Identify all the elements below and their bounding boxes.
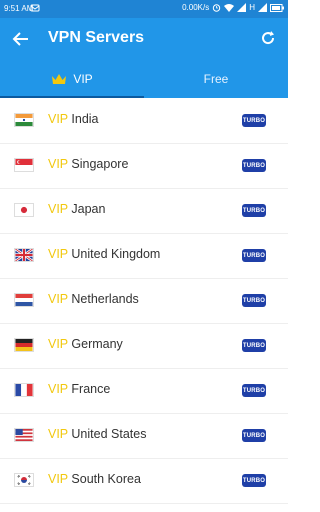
server-list: VIP India TURBO VIP Singapore TURBO VIP …: [0, 98, 288, 512]
signal-icon-2: [258, 3, 267, 12]
server-name: VIP South Korea: [48, 472, 141, 486]
page-title: VPN Servers: [48, 29, 145, 46]
server-name: VIP Japan: [48, 202, 106, 216]
battery-icon: [270, 3, 284, 12]
turbo-badge: TURBO: [242, 339, 266, 352]
turbo-badge: TURBO: [242, 204, 266, 217]
tab-vip[interactable]: VIP: [0, 60, 144, 98]
server-row-germany[interactable]: VIP Germany TURBO: [0, 323, 288, 369]
server-name: VIP Netherlands: [48, 292, 139, 306]
usa-flag-icon: [14, 428, 34, 442]
netherlands-flag-icon: [14, 293, 34, 307]
server-row-south-korea[interactable]: VIP South Korea TURBO: [0, 458, 288, 504]
south-korea-flag-icon: [14, 473, 34, 487]
network-indicator: H: [249, 3, 255, 12]
server-name: VIP Germany: [48, 337, 123, 351]
singapore-flag-icon: [14, 158, 34, 172]
france-flag-icon: [14, 383, 34, 397]
status-bar: 9:51 AM 0.00K/s H: [0, 0, 288, 18]
signal-icon: [237, 3, 247, 12]
uk-flag-icon: [14, 248, 34, 262]
status-right: 0.00K/s H: [182, 3, 284, 12]
network-speed: 0.00K/s: [182, 3, 210, 12]
tab-vip-label: VIP: [73, 72, 93, 86]
server-row-singapore[interactable]: VIP Singapore TURBO: [0, 143, 288, 189]
germany-flag-icon: [14, 338, 34, 352]
turbo-badge: TURBO: [242, 294, 266, 307]
crown-icon: [52, 74, 67, 84]
server-name: VIP United States: [48, 427, 147, 441]
turbo-badge: TURBO: [242, 114, 266, 127]
server-row-france[interactable]: VIP France TURBO: [0, 368, 288, 414]
tab-free[interactable]: Free: [144, 60, 288, 98]
refresh-icon[interactable]: [260, 30, 276, 46]
india-flag-icon: [14, 113, 34, 127]
server-row-japan[interactable]: VIP Japan TURBO: [0, 188, 288, 234]
server-row-uk[interactable]: VIP United Kingdom TURBO: [0, 233, 288, 279]
server-name: VIP United Kingdom: [48, 247, 161, 261]
turbo-badge: TURBO: [242, 429, 266, 442]
server-name: VIP France: [48, 382, 111, 396]
tab-free-label: Free: [203, 72, 229, 86]
server-row-india[interactable]: VIP India TURBO: [0, 98, 288, 144]
tab-bar: VIP Free: [0, 60, 288, 98]
japan-flag-icon: [14, 203, 34, 217]
turbo-badge: TURBO: [242, 384, 266, 397]
notification-icon: [30, 4, 40, 12]
turbo-badge: TURBO: [242, 159, 266, 172]
server-row-netherlands[interactable]: VIP Netherlands TURBO: [0, 278, 288, 324]
server-name: VIP India: [48, 112, 99, 126]
turbo-badge: TURBO: [242, 474, 266, 487]
arrow-left-icon[interactable]: [12, 30, 30, 48]
server-row-united-states[interactable]: VIP United States TURBO: [0, 413, 288, 459]
status-time: 9:51 AM: [4, 4, 34, 13]
wifi-icon: [224, 4, 235, 12]
alarm-icon: [213, 4, 221, 12]
app-bar: VPN Servers: [0, 18, 288, 60]
turbo-badge: TURBO: [242, 249, 266, 262]
server-name: VIP Singapore: [48, 157, 129, 171]
